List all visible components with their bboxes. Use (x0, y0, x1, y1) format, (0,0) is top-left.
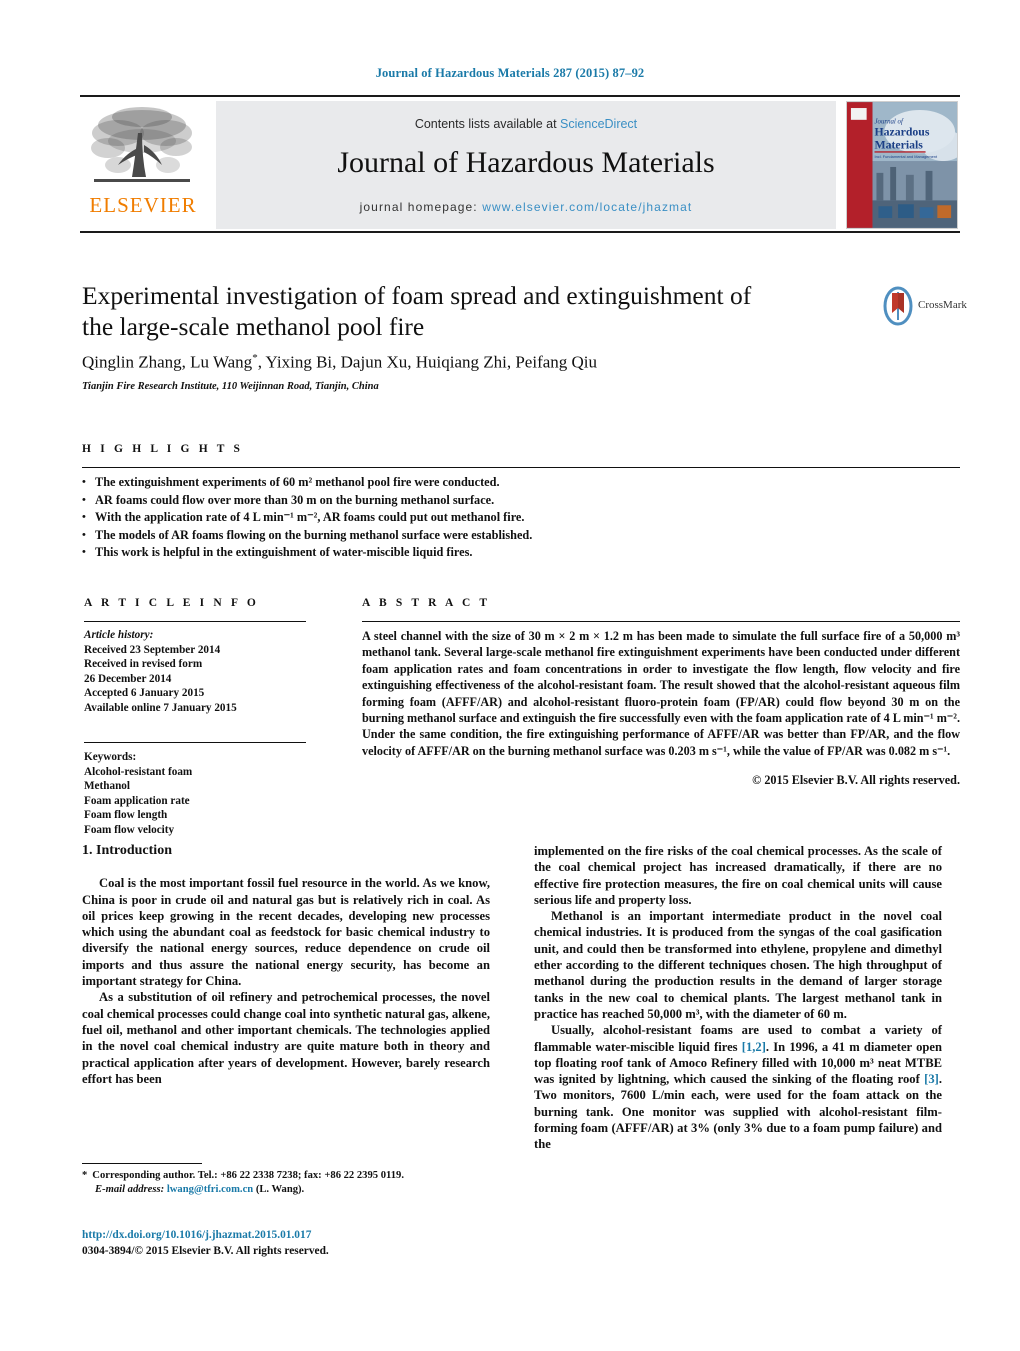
elsevier-logo: ELSEVIER (80, 101, 206, 229)
reference-link[interactable]: [3] (924, 1072, 939, 1086)
highlights-heading: H I G H L I G H T S (82, 443, 244, 455)
paragraph: implemented on the fire risks of the coa… (534, 844, 942, 907)
body-column-left: 1. Introduction Coal is the most importa… (82, 843, 490, 1087)
journal-masthead: ELSEVIER Contents lists available at Sci… (80, 95, 960, 233)
abstract-copyright: © 2015 Elsevier B.V. All rights reserved… (752, 773, 960, 787)
author-list: Qinglin Zhang, Lu Wang*, Yixing Bi, Daju… (82, 352, 842, 373)
issn-copyright-line: 0304-3894/© 2015 Elsevier B.V. All right… (82, 1245, 329, 1257)
contents-prefix: Contents lists available at (414, 117, 561, 131)
journal-title: Journal of Hazardous Materials (337, 146, 715, 179)
history-item: 26 December 2014 (84, 672, 172, 685)
article-history: Article history: Received 23 September 2… (84, 628, 314, 716)
history-item: Accepted 6 January 2015 (84, 687, 205, 700)
footnote-divider (82, 1163, 202, 1164)
paragraph: Coal is the most important fossil fuel r… (82, 876, 490, 989)
elsevier-wordmark: ELSEVIER (89, 193, 197, 217)
doi-link[interactable]: http://dx.doi.org/10.1016/j.jhazmat.2015… (82, 1229, 311, 1241)
keywords-block: Keywords: Alcohol-resistant foam Methano… (84, 750, 314, 838)
email-owner: (L. Wang). (255, 1184, 305, 1195)
crossmark-icon (883, 286, 913, 326)
reference-link[interactable]: [1,2] (742, 1040, 766, 1054)
corresponding-author-footnote: * Corresponding author. Tel.: +86 22 2338… (82, 1169, 502, 1197)
journal-homepage-line: journal homepage: www.elsevier.com/locat… (216, 200, 836, 214)
abstract-heading: A B S T R A C T (362, 597, 491, 609)
paragraph-with-refs: Usually, alcohol-resistant foams are use… (534, 1023, 943, 1152)
svg-text:Hazardous: Hazardous (875, 126, 930, 139)
sciencedirect-link[interactable]: ScienceDirect (560, 117, 637, 131)
list-item: This work is helpful in the extinguishme… (82, 544, 782, 562)
authors-lead: Qinglin Zhang, Lu Wang (82, 352, 253, 372)
keywords-label: Keywords: (84, 751, 137, 763)
email-link[interactable]: lwang@tfri.com.cn (167, 1184, 253, 1195)
svg-text:Materials: Materials (875, 138, 924, 151)
keyword-item: Methanol (84, 780, 130, 793)
keyword-item: Foam flow velocity (84, 823, 175, 836)
footnote-marker: * (82, 1170, 88, 1181)
list-item: The extinguishment experiments of 60 m² … (82, 474, 782, 492)
author-affiliation: Tianjin Fire Research Institute, 110 Wei… (82, 381, 379, 392)
keyword-item: Alcohol-resistant foam (84, 765, 193, 778)
paragraph: As a substitution of oil refinery and pe… (82, 990, 490, 1086)
homepage-label: journal homepage: (359, 200, 478, 214)
highlights-divider (82, 467, 960, 468)
crossmark-label: CrossMark (918, 299, 967, 311)
history-item: Available online 7 January 2015 (84, 701, 237, 714)
list-item: With the application rate of 4 L min⁻¹ m… (82, 509, 782, 527)
abstract-divider (362, 621, 960, 622)
keyword-item: Foam application rate (84, 794, 190, 807)
corresponding-note-text: Corresponding author. Tel.: +86 22 2338 … (92, 1170, 404, 1181)
paper-page: Journal of Hazardous Materials 287 (2015… (0, 0, 1020, 1351)
crossmark-badge[interactable]: CrossMark (878, 286, 967, 330)
body-column-right: implemented on the fire risks of the coa… (534, 843, 942, 1153)
list-item: The models of AR foams flowing on the bu… (82, 527, 782, 545)
email-label: E-mail address: (95, 1184, 165, 1195)
page-title: Experimental investigation of foam sprea… (82, 281, 752, 341)
cover-art: Journal of Hazardous Materials Incl. Fun… (847, 102, 957, 228)
article-history-label: Article history: (84, 629, 154, 641)
contents-available-line: Contents lists available at ScienceDirec… (216, 117, 836, 131)
running-head: Journal of Hazardous Materials 287 (2015… (375, 66, 645, 80)
journal-band: Contents lists available at ScienceDirec… (216, 101, 836, 229)
section-heading-introduction: 1. Introduction (82, 843, 172, 858)
article-info-divider (84, 621, 306, 622)
history-item: Received in revised form (84, 658, 203, 671)
svg-text:Incl. Fundamental and Manageme: Incl. Fundamental and Management (875, 154, 938, 159)
elsevier-tree-icon (91, 107, 192, 182)
keyword-item: Foam flow length (84, 809, 168, 822)
homepage-link[interactable]: www.elsevier.com/locate/jhazmat (482, 200, 692, 214)
paragraph: Methanol is an important intermediate pr… (534, 909, 942, 1021)
highlights-list: The extinguishment experiments of 60 m² … (82, 474, 782, 562)
article-info-heading: A R T I C L E I N F O (84, 597, 259, 609)
keywords-divider (84, 742, 306, 743)
journal-cover-thumbnail: Journal of Hazardous Materials Incl. Fun… (846, 101, 958, 229)
list-item: AR foams could flow over more than 30 m … (82, 492, 782, 510)
abstract-text: A steel channel with the size of 30 m × … (362, 629, 960, 758)
authors-tail: , Yixing Bi, Dajun Xu, Huiqiang Zhi, Pei… (257, 352, 598, 372)
history-item: Received 23 September 2014 (84, 643, 221, 656)
